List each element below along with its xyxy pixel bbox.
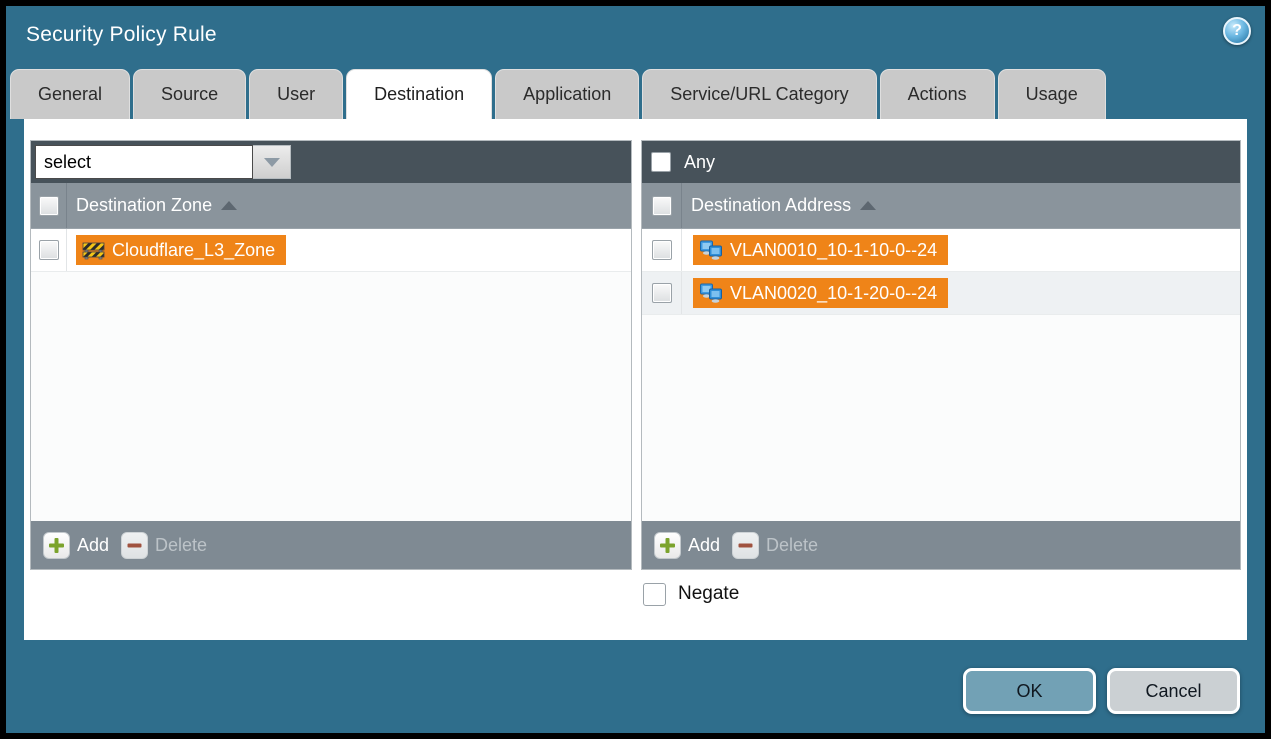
address-list: VLAN0010_10-1-10-0--24 [642,229,1240,521]
address-row-checkbox[interactable] [652,240,672,260]
negate-label: Negate [678,583,739,605]
security-policy-rule-dialog: Security Policy Rule ? General Source Us… [6,6,1265,733]
zone-barricade-icon [82,241,105,260]
zone-row-checkbox[interactable] [39,240,59,260]
tab-application[interactable]: Application [495,69,639,119]
table-row: VLAN0020_10-1-20-0--24 [642,272,1240,315]
tab-destination[interactable]: Destination [346,69,492,119]
tab-source[interactable]: Source [133,69,246,119]
zone-column-header: Destination Zone [31,183,631,229]
title-bar: Security Policy Rule ? [6,6,1265,68]
cancel-button[interactable]: Cancel [1107,668,1240,714]
any-label: Any [684,152,715,173]
ok-button[interactable]: OK [963,668,1096,714]
address-panel-toolbar: Any [642,141,1240,183]
zone-item-label: Cloudflare_L3_Zone [112,240,275,261]
address-item-label: VLAN0020_10-1-20-0--24 [730,283,937,304]
address-column-label[interactable]: Destination Address [691,195,851,216]
table-row: VLAN0010_10-1-10-0--24 [642,229,1240,272]
add-plus-icon [654,532,681,559]
sort-ascending-icon[interactable] [221,201,237,210]
tab-service-url-category[interactable]: Service/URL Category [642,69,876,119]
zone-panel-toolbar [31,141,631,183]
chevron-down-icon [264,158,280,167]
tab-general[interactable]: General [10,69,130,119]
negate-row: Negate [643,581,739,607]
address-add-label: Add [688,535,720,556]
add-plus-icon [43,532,70,559]
table-row: Cloudflare_L3_Zone [31,229,631,272]
address-delete-button[interactable]: Delete [732,532,818,559]
tab-usage[interactable]: Usage [998,69,1106,119]
address-column-header: Destination Address [642,183,1240,229]
zone-panel-footer: Add Delete [31,521,631,569]
destination-tab-content: Destination Zone [24,119,1247,640]
address-delete-label: Delete [766,535,818,556]
dialog-title: Security Policy Rule [26,23,217,47]
address-select-all-checkbox[interactable] [652,196,672,216]
zone-select-input[interactable] [35,145,253,179]
address-network-icon [699,283,723,303]
address-item-label: VLAN0010_10-1-10-0--24 [730,240,937,261]
zone-add-label: Add [77,535,109,556]
address-item[interactable]: VLAN0010_10-1-10-0--24 [693,235,948,265]
zone-item[interactable]: Cloudflare_L3_Zone [76,235,286,265]
zone-delete-button[interactable]: Delete [121,532,207,559]
zone-delete-label: Delete [155,535,207,556]
tab-user[interactable]: User [249,69,343,119]
zone-add-button[interactable]: Add [43,532,109,559]
address-network-icon [699,240,723,260]
zone-select-dropdown-button[interactable] [253,145,291,179]
zone-select-combo [35,145,291,179]
zone-select-all-checkbox[interactable] [39,196,59,216]
any-checkbox[interactable] [651,152,671,172]
address-add-button[interactable]: Add [654,532,720,559]
address-panel-footer: Add Delete [642,521,1240,569]
delete-minus-icon [732,532,759,559]
address-row-checkbox[interactable] [652,283,672,303]
destination-zone-panel: Destination Zone [30,140,632,570]
delete-minus-icon [121,532,148,559]
address-item[interactable]: VLAN0020_10-1-20-0--24 [693,278,948,308]
tab-actions[interactable]: Actions [880,69,995,119]
tab-bar: General Source User Destination Applicat… [10,69,1106,119]
destination-address-panel: Any Destination Address [641,140,1241,570]
negate-checkbox[interactable] [643,583,666,606]
sort-ascending-icon[interactable] [860,201,876,210]
zone-list: Cloudflare_L3_Zone [31,229,631,521]
help-icon[interactable]: ? [1223,17,1251,45]
zone-column-label[interactable]: Destination Zone [76,195,212,216]
